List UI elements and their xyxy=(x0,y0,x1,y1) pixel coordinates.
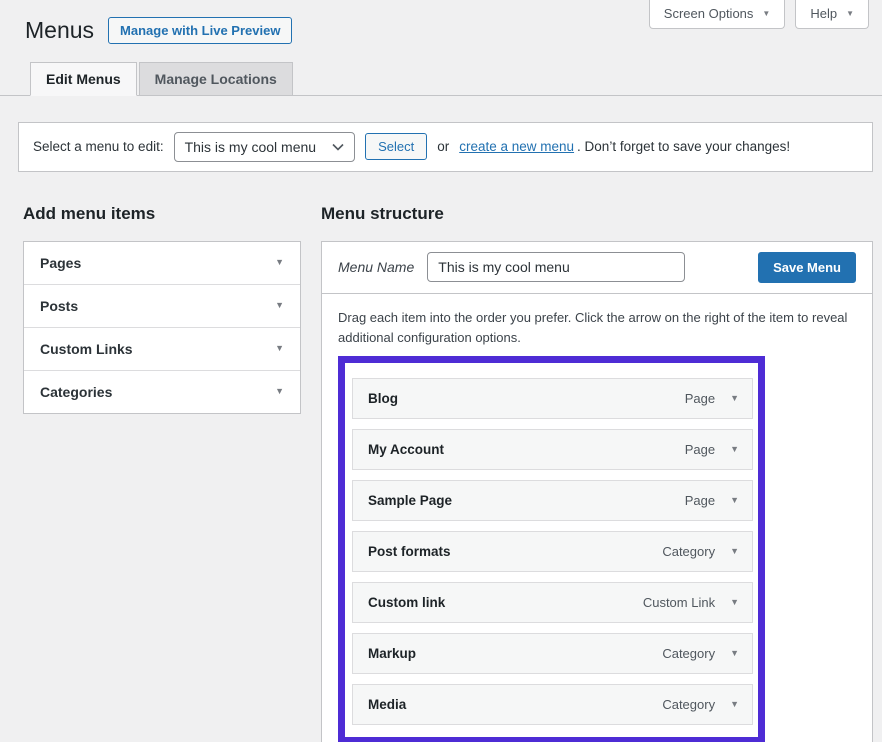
chevron-down-icon[interactable]: ▼ xyxy=(730,445,739,454)
chevron-down-icon[interactable]: ▼ xyxy=(275,344,284,353)
menu-item-type: Page xyxy=(685,442,715,457)
menu-item-markup[interactable]: Markup Category ▼ xyxy=(352,633,753,674)
chevron-down-icon[interactable]: ▼ xyxy=(730,700,739,709)
add-menu-items-accordion: Pages ▼ Posts ▼ Custom Links ▼ Categorie… xyxy=(23,241,301,414)
menu-name-label: Menu Name xyxy=(338,259,414,275)
tab-edit-menus[interactable]: Edit Menus xyxy=(30,62,137,96)
select-button[interactable]: Select xyxy=(365,133,427,160)
select-menu-label: Select a menu to edit: xyxy=(33,139,164,154)
menu-select-dropdown[interactable]: This is my cool menu xyxy=(174,132,355,162)
or-text: or xyxy=(437,139,449,154)
manage-live-preview-button[interactable]: Manage with Live Preview xyxy=(108,17,292,44)
purple-highlight-annotation: Blog Page ▼ My Account Page ▼ Sample Pag… xyxy=(338,356,765,742)
chevron-down-icon xyxy=(332,143,344,151)
menu-name-input[interactable] xyxy=(427,252,685,282)
screen-meta-links: Screen Options ▼ Help ▼ xyxy=(649,0,869,29)
menu-item-label: My Account xyxy=(368,442,444,457)
chevron-down-icon[interactable]: ▼ xyxy=(275,258,284,267)
menu-item-type: Category xyxy=(662,697,715,712)
menu-item-label: Blog xyxy=(368,391,398,406)
accordion-label: Pages xyxy=(40,255,81,271)
chevron-down-icon[interactable]: ▼ xyxy=(730,496,739,505)
menu-item-label: Media xyxy=(368,697,406,712)
menu-item-label: Markup xyxy=(368,646,416,661)
menu-item-label: Custom link xyxy=(368,595,445,610)
save-menu-button[interactable]: Save Menu xyxy=(758,252,856,283)
accordion-section-pages[interactable]: Pages ▼ xyxy=(24,242,300,284)
menu-item-type: Page xyxy=(685,391,715,406)
menu-structure-body: Drag each item into the order you prefer… xyxy=(322,294,872,742)
menu-item-media[interactable]: Media Category ▼ xyxy=(352,684,753,725)
menu-item-my-account[interactable]: My Account Page ▼ xyxy=(352,429,753,470)
menu-structure-heading: Menu structure xyxy=(321,204,873,224)
menu-item-sample-page[interactable]: Sample Page Page ▼ xyxy=(352,480,753,521)
nav-tab-bar: Edit Menus Manage Locations xyxy=(0,62,882,96)
chevron-down-icon: ▼ xyxy=(846,10,854,18)
menu-item-label: Post formats xyxy=(368,544,451,559)
accordion-section-custom-links[interactable]: Custom Links ▼ xyxy=(24,327,300,370)
menu-name-row: Menu Name Save Menu xyxy=(322,242,872,294)
add-menu-items-panel: Add menu items Pages ▼ Posts ▼ Custom Li… xyxy=(23,204,301,414)
menu-item-type: Custom Link xyxy=(643,595,715,610)
screen-options-label: Screen Options xyxy=(664,6,754,21)
chevron-down-icon[interactable]: ▼ xyxy=(730,547,739,556)
menu-item-post-formats[interactable]: Post formats Category ▼ xyxy=(352,531,753,572)
menu-select-bar: Select a menu to edit: This is my cool m… xyxy=(18,122,873,172)
menu-structure-panel: Menu structure Menu Name Save Menu Drag … xyxy=(321,204,873,742)
menu-item-label: Sample Page xyxy=(368,493,452,508)
chevron-down-icon: ▼ xyxy=(762,10,770,18)
menu-structure-box: Menu Name Save Menu Drag each item into … xyxy=(321,241,873,742)
chevron-down-icon[interactable]: ▼ xyxy=(730,394,739,403)
menu-item-type: Category xyxy=(662,646,715,661)
selected-menu-value: This is my cool menu xyxy=(185,139,316,155)
add-menu-items-heading: Add menu items xyxy=(23,204,301,224)
accordion-label: Posts xyxy=(40,298,78,314)
drag-instructions: Drag each item into the order you prefer… xyxy=(338,308,856,350)
tab-manage-locations[interactable]: Manage Locations xyxy=(139,62,293,96)
chevron-down-icon[interactable]: ▼ xyxy=(275,387,284,396)
accordion-section-posts[interactable]: Posts ▼ xyxy=(24,284,300,327)
help-button[interactable]: Help ▼ xyxy=(795,0,869,29)
menu-item-type: Category xyxy=(662,544,715,559)
save-changes-reminder: . Don’t forget to save your changes! xyxy=(577,139,790,154)
chevron-down-icon[interactable]: ▼ xyxy=(275,301,284,310)
accordion-section-categories[interactable]: Categories ▼ xyxy=(24,370,300,413)
menu-item-custom-link[interactable]: Custom link Custom Link ▼ xyxy=(352,582,753,623)
page-title: Menus xyxy=(25,17,94,45)
menu-item-type: Page xyxy=(685,493,715,508)
help-label: Help xyxy=(810,6,837,21)
chevron-down-icon[interactable]: ▼ xyxy=(730,598,739,607)
create-new-menu-link[interactable]: create a new menu xyxy=(459,139,574,154)
screen-options-button[interactable]: Screen Options ▼ xyxy=(649,0,786,29)
accordion-label: Categories xyxy=(40,384,112,400)
accordion-label: Custom Links xyxy=(40,341,133,357)
chevron-down-icon[interactable]: ▼ xyxy=(730,649,739,658)
menu-item-blog[interactable]: Blog Page ▼ xyxy=(352,378,753,419)
